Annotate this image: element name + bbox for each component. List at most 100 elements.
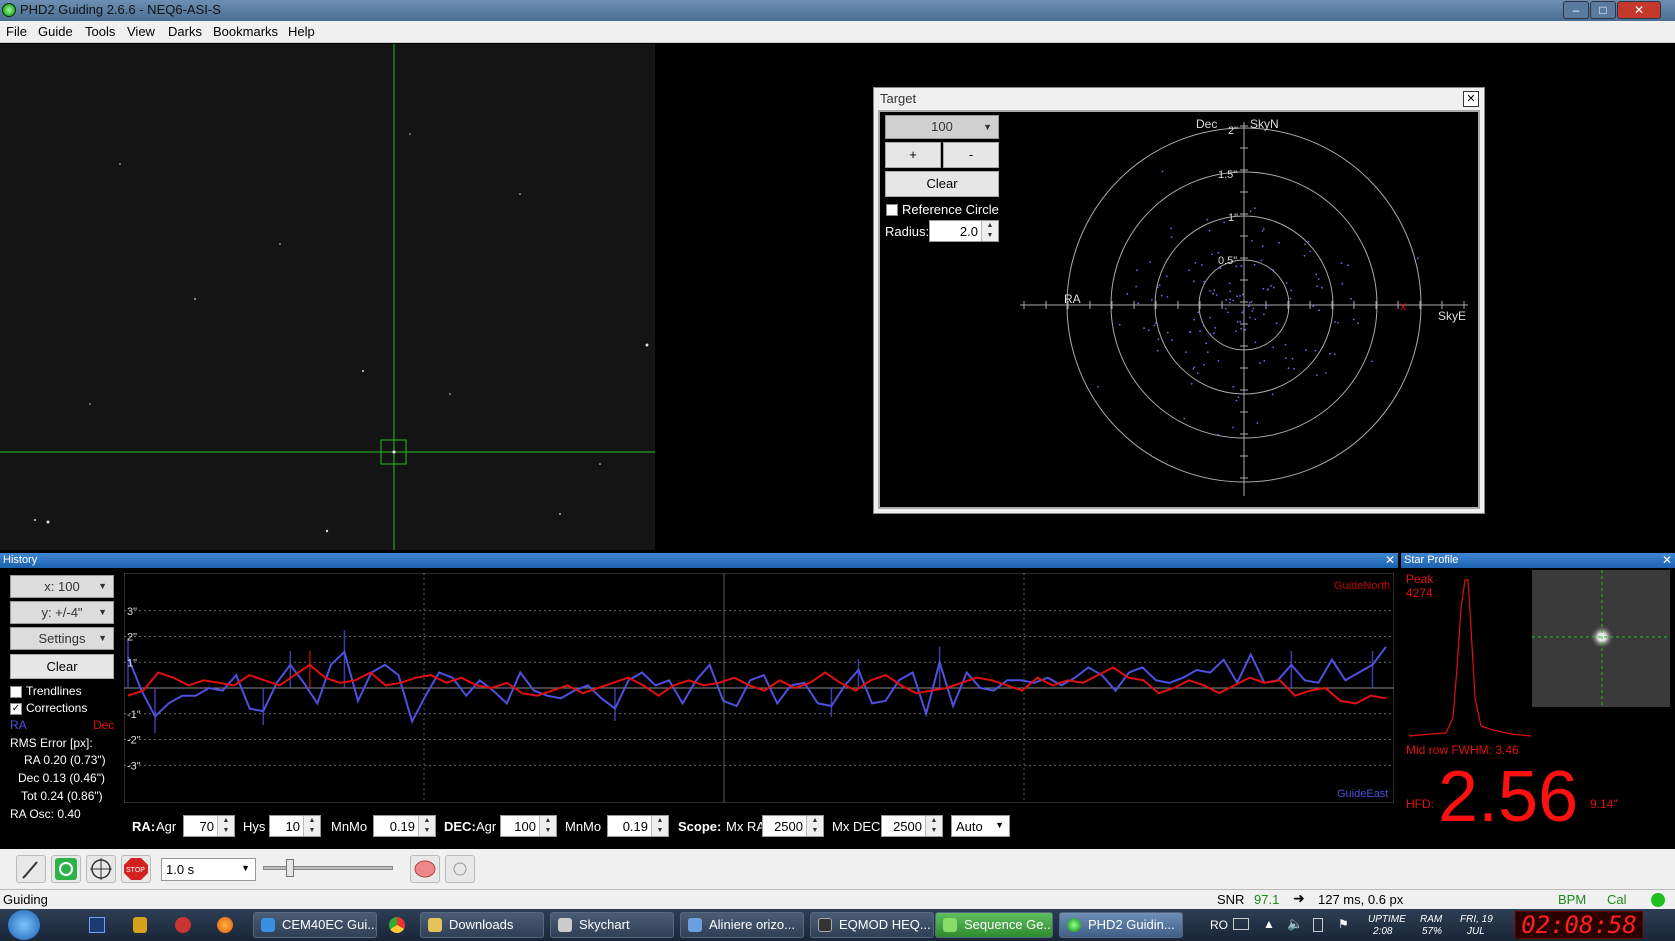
taskbar-item-cem40ec[interactable]: CEM40EC Gui... [253, 912, 377, 938]
gamma-slider-thumb[interactable] [286, 859, 294, 877]
hys-input[interactable]: 10 ▲ ▼ [269, 815, 321, 837]
target-point [1333, 353, 1336, 356]
history-close-icon[interactable]: ✕ [1385, 553, 1395, 567]
target-clear-button[interactable]: Clear [885, 171, 999, 197]
brain-settings-pencil-button[interactable] [16, 855, 46, 883]
menu-help[interactable]: Help [288, 24, 315, 39]
target-point [1254, 318, 1257, 321]
star-profile-close-icon[interactable]: ✕ [1662, 553, 1672, 567]
guide-pulse-info: 127 ms, 0.6 px [1318, 892, 1404, 907]
advanced-settings-button[interactable] [410, 855, 440, 883]
menu-tools[interactable]: Tools [85, 24, 115, 39]
spin-arrows-icon[interactable]: ▲ ▼ [925, 816, 942, 836]
target-point [1208, 229, 1211, 232]
spin-arrows-icon[interactable]: ▲ ▼ [651, 816, 668, 836]
target-point [1341, 282, 1344, 285]
maximize-button[interactable]: □ [1590, 1, 1616, 19]
keyboard-icon[interactable] [1233, 918, 1249, 930]
start-button[interactable] [8, 910, 40, 940]
target-zoom-in-button[interactable]: + [885, 142, 941, 168]
spin-arrows-icon[interactable]: ▲ ▼ [981, 221, 998, 241]
target-zoom-dropdown[interactable]: 100 ▼ [885, 115, 999, 139]
target-point [1262, 228, 1265, 230]
battery-icon[interactable] [1313, 918, 1323, 932]
target-point [1273, 286, 1275, 289]
pinned-app-2-icon[interactable] [175, 917, 191, 933]
dec-mode-dropdown[interactable]: Auto ▼ [951, 815, 1010, 837]
camera-image [0, 44, 655, 550]
volume-icon[interactable]: 🔈 [1287, 916, 1303, 932]
target-point [1272, 346, 1275, 349]
trendlines-checkbox[interactable] [10, 686, 22, 698]
chevron-down-icon: ▼ [98, 607, 107, 617]
spin-arrows-icon[interactable]: ▲ ▼ [418, 816, 435, 836]
spin-arrows-icon[interactable]: ▲ ▼ [303, 816, 320, 836]
hys-label: Hys [243, 819, 266, 834]
target-close-icon[interactable]: ✕ [1463, 91, 1479, 107]
language-indicator[interactable]: RO [1210, 918, 1228, 932]
skye-label: SkyE [1438, 309, 1466, 323]
target-point [1240, 265, 1243, 268]
pinned-app-icon[interactable] [133, 917, 147, 933]
target-zoom-value: 100 [931, 119, 953, 134]
chrome-icon[interactable] [389, 917, 405, 933]
ring-label-1-5: 1.5" [1218, 169, 1237, 181]
settings-label: Settings [38, 631, 86, 646]
history-clear-button[interactable]: Clear [10, 654, 114, 679]
minimize-button[interactable]: – [1563, 1, 1589, 19]
dec-agr-input[interactable]: 100 ▲ ▼ [500, 815, 557, 837]
target-point [1242, 310, 1245, 312]
dec-mnmo-input[interactable]: 0.19 ▲ ▼ [607, 815, 669, 837]
guide-button[interactable] [86, 855, 116, 883]
spin-arrows-icon[interactable]: ▲ ▼ [217, 816, 234, 836]
firefox-icon[interactable] [217, 917, 233, 933]
mx-dec-input[interactable]: 2500 ▲ ▼ [881, 815, 943, 837]
taskbar-item-downloads[interactable]: Downloads [420, 912, 544, 938]
target-point [1284, 343, 1287, 346]
y-scale-dropdown[interactable]: y: +/-4" ▼ [10, 601, 114, 624]
menu-darks[interactable]: Darks [168, 24, 202, 39]
mx-ra-input[interactable]: 2500 ▲ ▼ [762, 815, 824, 837]
ra-agr-input[interactable]: 70 ▲ ▼ [183, 815, 235, 837]
target-zoom-out-button[interactable]: - [943, 142, 999, 168]
manual-guide-button[interactable] [445, 855, 475, 883]
menu-bookmarks[interactable]: Bookmarks [213, 24, 278, 39]
target-point [1352, 318, 1355, 321]
taskbar-item-sequence-label: Sequence Ge... [964, 917, 1053, 932]
target-point [1157, 338, 1160, 341]
loop-button[interactable] [51, 855, 81, 883]
taskbar-item-skychart[interactable]: Skychart [550, 912, 674, 938]
exposure-dropdown[interactable]: 1.0 s ▼ [161, 858, 256, 881]
ra-mnmo-input[interactable]: 0.19 ▲ ▼ [373, 815, 436, 837]
target-point [1165, 275, 1168, 278]
spin-arrows-icon[interactable]: ▲ ▼ [806, 816, 823, 836]
menu-guide[interactable]: Guide [38, 24, 73, 39]
close-window-button[interactable]: ✕ [1617, 1, 1661, 19]
gamma-slider-track[interactable] [263, 866, 393, 870]
reference-circle-checkbox[interactable] [886, 204, 898, 216]
radius-input[interactable]: 2.0 ▲ ▼ [929, 220, 999, 242]
target-point [1203, 280, 1205, 283]
stop-button[interactable]: STOP [121, 855, 151, 883]
taskbar-item-eqmod[interactable]: EQMOD HEQ... [810, 912, 934, 938]
menu-view[interactable]: View [127, 24, 155, 39]
photoshop-icon[interactable] [89, 917, 105, 933]
svg-text:STOP: STOP [126, 867, 145, 874]
target-point [1209, 316, 1211, 319]
camera-frame[interactable] [0, 44, 655, 550]
taskbar-item-sequence[interactable]: Sequence Ge... [935, 912, 1053, 938]
tray-expand-icon[interactable]: ▲ [1263, 917, 1275, 931]
chevron-down-icon: ▼ [995, 820, 1004, 830]
y-scale-value: y: +/-4" [41, 605, 83, 620]
target-point [1166, 296, 1169, 298]
spin-arrows-icon[interactable]: ▲ ▼ [539, 816, 556, 836]
taskbar-item-aliniere[interactable]: Aliniere orizo... [680, 912, 804, 938]
corrections-checkbox[interactable]: ✓ [10, 703, 22, 715]
stop-icon: STOP [124, 858, 148, 880]
x-scale-dropdown[interactable]: x: 100 ▼ [10, 575, 114, 598]
menu-file[interactable]: File [6, 24, 27, 39]
taskbar-item-phd2[interactable]: PHD2 Guidin... [1059, 912, 1183, 938]
settings-dropdown[interactable]: Settings ▼ [10, 627, 114, 650]
target-point [1267, 288, 1269, 291]
action-center-flag-icon[interactable]: ⚑ [1338, 917, 1349, 931]
